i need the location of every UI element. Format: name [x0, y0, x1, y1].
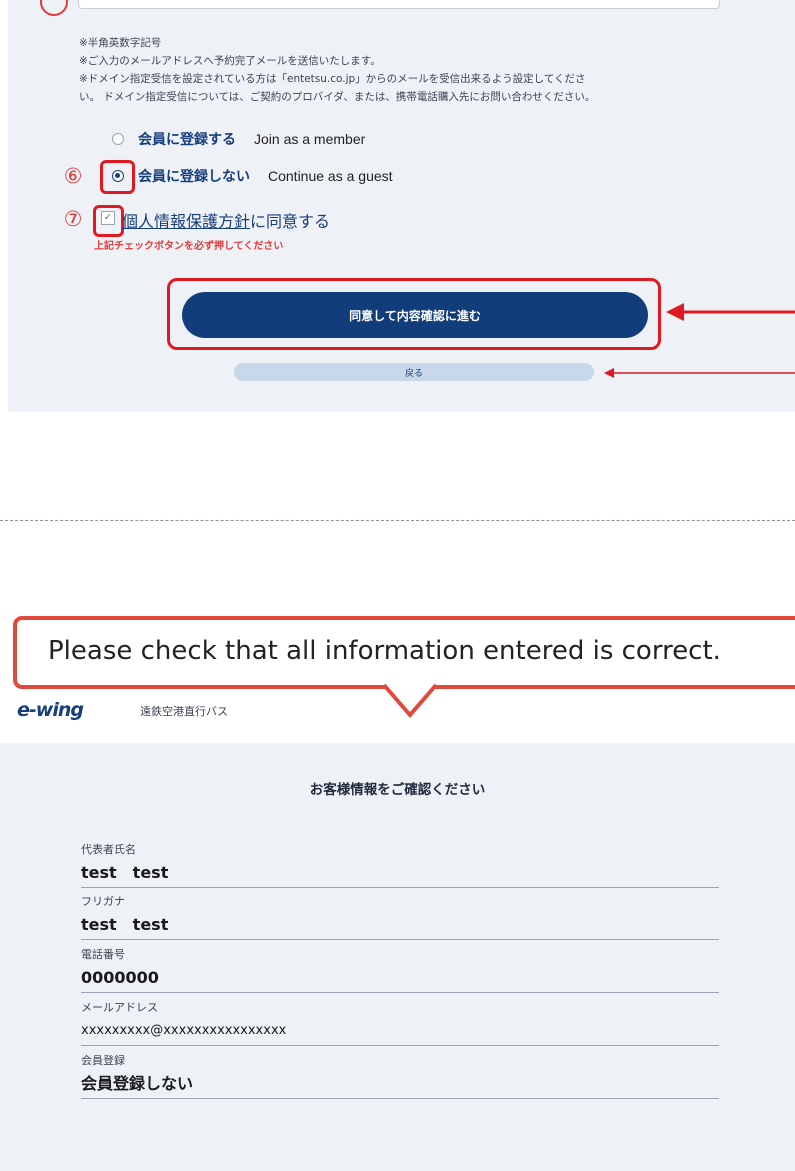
field-membership: 会員登録 会員登録しない: [81, 1052, 719, 1099]
note-line: い。 ドメイン指定受信については、ご契約のプロバイダ、または、携帯電話購入先にお…: [79, 91, 596, 103]
note-line: ※ドメイン指定受信を設定されている方は「entetsu.co.jp」からのメール…: [79, 73, 586, 85]
step-marker-6: ⑥: [63, 164, 83, 188]
back-button[interactable]: 戻る: [234, 363, 594, 381]
arrow-left-icon: [666, 303, 795, 321]
checkbox-warning: 上記チェックボタンを必ず押してください: [94, 241, 284, 252]
privacy-checkbox[interactable]: ✓: [101, 211, 115, 225]
arrow-left-icon: [604, 368, 795, 378]
field-phone: 電話番号 0000000: [81, 946, 719, 993]
confirmation-title: お客様情報をご確認ください: [309, 782, 486, 798]
radio-button[interactable]: [112, 133, 124, 145]
note-line: ※半角英数字記号: [79, 37, 162, 49]
field-value: 会員登録しない: [81, 1074, 194, 1093]
field-value: xxxxxxxxx@xxxxxxxxxxxxxxxx: [81, 1023, 287, 1038]
privacy-policy-link[interactable]: 個人情報保護方針: [122, 212, 250, 231]
radio-label-jp: 会員に登録しない: [138, 169, 250, 185]
e-wing-logo: e-wing: [17, 699, 84, 721]
section-divider: [0, 520, 795, 521]
field-label: 会員登録: [81, 1054, 125, 1067]
field-representative-name: 代表者氏名 test test: [81, 841, 719, 888]
radio-label-en: Join as a member: [254, 131, 366, 147]
field-email: メールアドレス xxxxxxxxx@xxxxxxxxxxxxxxxx: [81, 999, 719, 1046]
consent-suffix: に同意する: [250, 212, 331, 231]
field-value: test test: [81, 915, 169, 934]
field-value: test test: [81, 863, 169, 882]
service-name: 遠鉄空港直行バス: [140, 705, 228, 718]
email-confirm-input[interactable]: [78, 0, 720, 9]
field-label: 電話番号: [81, 948, 125, 961]
field-label: フリガナ: [81, 895, 125, 908]
radio-guest[interactable]: 会員に登録しない Continue as a guest: [112, 164, 393, 188]
field-label: メールアドレス: [81, 1001, 158, 1014]
field-label: 代表者氏名: [81, 843, 136, 856]
radio-join-member[interactable]: 会員に登録する Join as a member: [112, 127, 365, 151]
email-notes: ※半角英数字記号 ※ご入力のメールアドレスへ予約完了メールを送信いたします。 ※…: [79, 34, 739, 106]
callout-text: Please check that all information entere…: [48, 636, 721, 666]
step-marker-7: ⑦: [63, 207, 83, 231]
field-furigana: フリガナ test test: [81, 893, 719, 940]
field-value: 0000000: [81, 968, 159, 987]
privacy-consent: 個人情報保護方針に同意する: [122, 208, 330, 232]
highlight-guest-radio: [100, 160, 135, 194]
radio-label-en: Continue as a guest: [268, 168, 393, 184]
agree-continue-button[interactable]: 同意して内容確認に進む: [182, 292, 648, 338]
radio-label-jp: 会員に登録する: [138, 132, 236, 148]
note-line: ※ご入力のメールアドレスへ予約完了メールを送信いたします。: [79, 55, 381, 67]
callout-pointer: [382, 683, 438, 719]
